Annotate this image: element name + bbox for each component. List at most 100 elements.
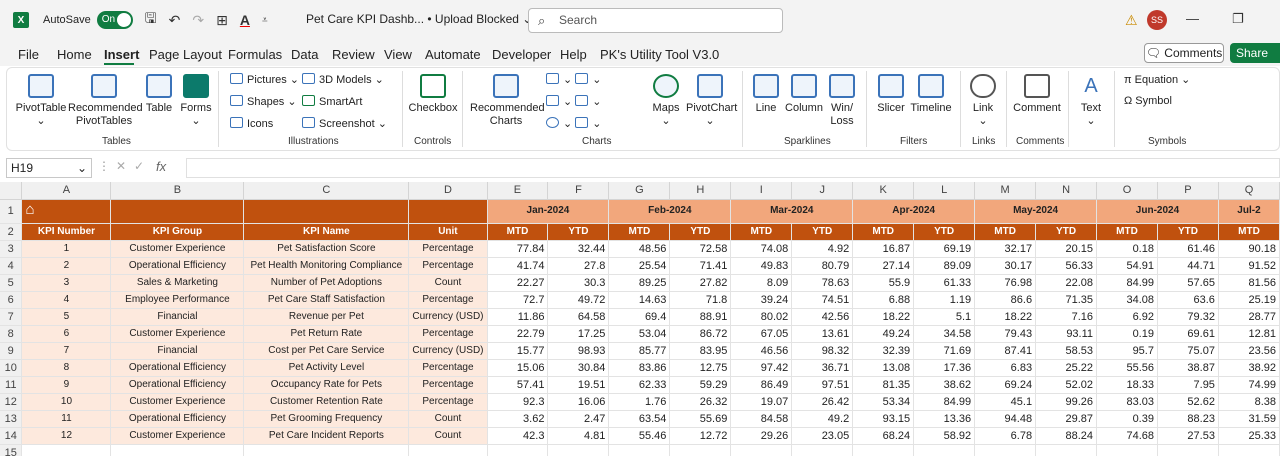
value-cell[interactable]: 17.25 — [547, 325, 610, 343]
forms-button[interactable]: Forms ⌄ — [178, 74, 214, 128]
header-ytd[interactable]: YTD — [547, 223, 610, 241]
value-cell[interactable]: 86.72 — [669, 325, 732, 343]
value-cell[interactable]: 45.1 — [974, 393, 1037, 411]
row-header[interactable]: 6 — [0, 291, 23, 309]
col-header[interactable]: M — [974, 182, 1037, 200]
unit-cell[interactable]: Count — [408, 410, 488, 428]
link-button[interactable]: Link ⌄ — [966, 74, 1000, 128]
value-cell[interactable]: 69.24 — [974, 376, 1037, 394]
value-cell[interactable]: 74.08 — [730, 240, 793, 258]
icons-button[interactable]: Icons — [230, 117, 273, 130]
name-box[interactable]: H19 ⌄ — [6, 158, 92, 178]
value-cell[interactable]: 79.43 — [974, 325, 1037, 343]
row-header[interactable]: 14 — [0, 427, 23, 445]
value-cell[interactable]: 3.62 — [487, 410, 549, 428]
tab-help[interactable]: Help — [560, 47, 587, 62]
value-cell[interactable]: 25.19 — [1218, 291, 1280, 309]
col-header-selected[interactable]: H — [669, 182, 732, 200]
value-cell[interactable]: 81.35 — [852, 376, 915, 394]
kpi-number-cell[interactable]: 12 — [21, 427, 112, 445]
cell[interactable] — [487, 444, 549, 456]
smartart-button[interactable]: SmartArt — [302, 95, 362, 108]
sheet-table[interactable]: A B C D E F G H I J K L M N O P Q 1 ⌂ Ja… — [0, 182, 1280, 456]
value-cell[interactable]: 23.56 — [1218, 342, 1280, 360]
cell[interactable] — [243, 199, 410, 224]
kpi-group-cell[interactable]: Customer Experience — [110, 393, 245, 411]
row-header[interactable]: 11 — [0, 376, 23, 394]
month-header[interactable]: May-2024 — [974, 199, 1098, 224]
value-cell[interactable]: 57.41 — [487, 376, 549, 394]
value-cell[interactable]: 32.39 — [852, 342, 915, 360]
minimize-icon[interactable]: — — [1186, 11, 1199, 26]
value-cell[interactable]: 34.58 — [913, 325, 976, 343]
value-cell[interactable]: 8.38 — [1218, 393, 1280, 411]
row-header[interactable]: 12 — [0, 393, 23, 411]
kpi-name-cell[interactable]: Occupancy Rate for Pets — [243, 376, 410, 394]
sparkline-winloss-button[interactable]: Win/Loss — [828, 74, 856, 128]
kpi-number-cell[interactable]: 2 — [21, 257, 112, 275]
value-cell[interactable]: 49.72 — [547, 291, 610, 309]
value-cell[interactable]: 6.78 — [974, 427, 1037, 445]
screenshot-button[interactable]: Screenshot ⌄ — [302, 117, 387, 130]
col-header[interactable]: E — [487, 182, 549, 200]
value-cell[interactable]: 36.71 — [791, 359, 854, 377]
kpi-name-cell[interactable]: Cost per Pet Care Service — [243, 342, 410, 360]
value-cell[interactable]: 86.49 — [730, 376, 793, 394]
value-cell[interactable]: 77.84 — [487, 240, 549, 258]
value-cell[interactable]: 39.24 — [730, 291, 793, 309]
value-cell[interactable]: 83.95 — [669, 342, 732, 360]
value-cell[interactable]: 25.33 — [1218, 427, 1280, 445]
insert-function-icon[interactable]: fx — [156, 159, 166, 174]
warning-icon[interactable]: ⚠ — [1125, 12, 1138, 29]
value-cell[interactable]: 93.15 — [852, 410, 915, 428]
value-cell[interactable]: 97.51 — [791, 376, 854, 394]
value-cell[interactable]: 12.72 — [669, 427, 732, 445]
header-ytd[interactable]: YTD — [669, 223, 732, 241]
value-cell[interactable]: 34.08 — [1096, 291, 1158, 309]
value-cell[interactable]: 0.18 — [1096, 240, 1158, 258]
value-cell[interactable]: 49.83 — [730, 257, 793, 275]
maps-button[interactable]: Maps ⌄ — [648, 74, 684, 128]
value-cell[interactable]: 67.05 — [730, 325, 793, 343]
value-cell[interactable]: 49.24 — [852, 325, 915, 343]
value-cell[interactable]: 58.92 — [913, 427, 976, 445]
value-cell[interactable]: 23.05 — [791, 427, 854, 445]
value-cell[interactable]: 88.24 — [1035, 427, 1098, 445]
col-header[interactable]: P — [1157, 182, 1219, 200]
tab-insert[interactable]: Insert — [104, 47, 139, 62]
month-header[interactable]: Feb-2024 — [608, 199, 732, 224]
user-avatar[interactable]: SS — [1147, 10, 1167, 30]
timeline-button[interactable]: Timeline — [910, 74, 952, 115]
value-cell[interactable]: 74.51 — [791, 291, 854, 309]
value-cell[interactable]: 2.47 — [547, 410, 610, 428]
col-header[interactable]: Q — [1218, 182, 1280, 200]
value-cell[interactable]: 18.22 — [974, 308, 1037, 326]
value-cell[interactable]: 81.56 — [1218, 274, 1280, 292]
value-cell[interactable]: 12.81 — [1218, 325, 1280, 343]
cell[interactable] — [791, 444, 854, 456]
kpi-number-cell[interactable]: 5 — [21, 308, 112, 326]
value-cell[interactable]: 41.74 — [487, 257, 549, 275]
row-header[interactable]: 15 — [0, 444, 23, 456]
text-button[interactable]: A Text ⌄ — [1074, 74, 1108, 128]
kpi-number-cell[interactable]: 11 — [21, 410, 112, 428]
kpi-name-cell[interactable]: Number of Pet Adoptions — [243, 274, 410, 292]
kpi-group-cell[interactable]: Customer Experience — [110, 240, 245, 258]
kpi-group-cell[interactable]: Operational Efficiency — [110, 410, 245, 428]
value-cell[interactable]: 75.07 — [1157, 342, 1219, 360]
value-cell[interactable]: 53.04 — [608, 325, 671, 343]
month-header[interactable]: Jun-2024 — [1096, 199, 1219, 224]
row-header[interactable]: 8 — [0, 325, 23, 343]
kpi-group-cell[interactable]: Employee Performance — [110, 291, 245, 309]
font-color-icon[interactable]: A — [240, 12, 250, 28]
col-header[interactable]: J — [791, 182, 854, 200]
borders-icon[interactable]: ⊞ — [216, 12, 228, 29]
autosave-toggle[interactable]: On — [96, 11, 133, 29]
value-cell[interactable]: 87.41 — [974, 342, 1037, 360]
sparkline-column-button[interactable]: Column — [784, 74, 824, 115]
cell[interactable] — [1096, 444, 1158, 456]
value-cell[interactable]: 88.23 — [1157, 410, 1219, 428]
enter-icon[interactable]: ✓ — [134, 159, 144, 173]
save-icon[interactable]: 🖫 — [145, 8, 157, 32]
kpi-name-cell[interactable]: Pet Care Incident Reports — [243, 427, 410, 445]
